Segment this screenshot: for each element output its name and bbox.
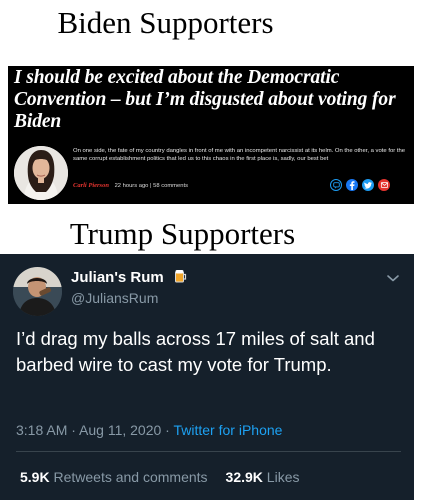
tweet-stats: 5.9K Retweets and comments 32.9K Likes [20, 469, 299, 485]
tweet-timestamp: 3:18 AM · Aug 11, 2020 · Twitter for iPh… [16, 422, 282, 438]
retweets-count: 5.9K [20, 469, 50, 485]
trump-supporters-heading: Trump Supporters [69, 216, 296, 251]
meta-separator: | [150, 183, 152, 189]
user-avatar[interactable] [13, 267, 62, 316]
article-summary: On one side, the fate of my country dang… [73, 148, 406, 162]
retweets-label: Retweets and comments [53, 469, 208, 485]
article-headline[interactable]: I should be excited about the Democratic… [14, 67, 412, 133]
article-meta: Carli Pierson 22 hours ago | 58 comments [73, 182, 188, 189]
display-name[interactable]: Julian's Rum [71, 269, 187, 287]
article-card[interactable]: I should be excited about the Democratic… [8, 66, 414, 204]
likes-stat[interactable]: 32.9K Likes [226, 469, 300, 485]
display-name-text: Julian's Rum [71, 269, 164, 286]
comment-icon[interactable] [330, 179, 342, 191]
chevron-down-icon[interactable] [386, 270, 400, 282]
email-icon[interactable] [378, 179, 390, 191]
author-avatar [14, 146, 68, 200]
user-handle[interactable]: @JuliansRum [71, 290, 158, 306]
beer-glass-icon [174, 269, 187, 287]
comment-count[interactable]: 58 comments [153, 183, 188, 189]
likes-count: 32.9K [225, 469, 263, 485]
facebook-icon[interactable] [346, 179, 358, 191]
likes-label: Likes [266, 469, 300, 485]
retweets-stat[interactable]: 5.9K Retweets and comments [20, 469, 208, 485]
divider-top [16, 451, 401, 452]
tweet-card[interactable]: Julian's Rum @JuliansRum I’d drag my bal… [0, 254, 414, 500]
tweet-date[interactable]: 3:18 AM · Aug 11, 2020 · [16, 422, 173, 438]
biden-supporters-heading: Biden Supporters [57, 5, 274, 40]
share-buttons [330, 179, 390, 191]
twitter-icon[interactable] [362, 179, 374, 191]
tweet-source[interactable]: Twitter for iPhone [173, 422, 282, 438]
article-time: 22 hours ago [114, 183, 149, 189]
tweet-text: I’d drag my balls across 17 miles of sal… [16, 328, 375, 375]
author-name[interactable]: Carli Pierson [73, 182, 109, 189]
